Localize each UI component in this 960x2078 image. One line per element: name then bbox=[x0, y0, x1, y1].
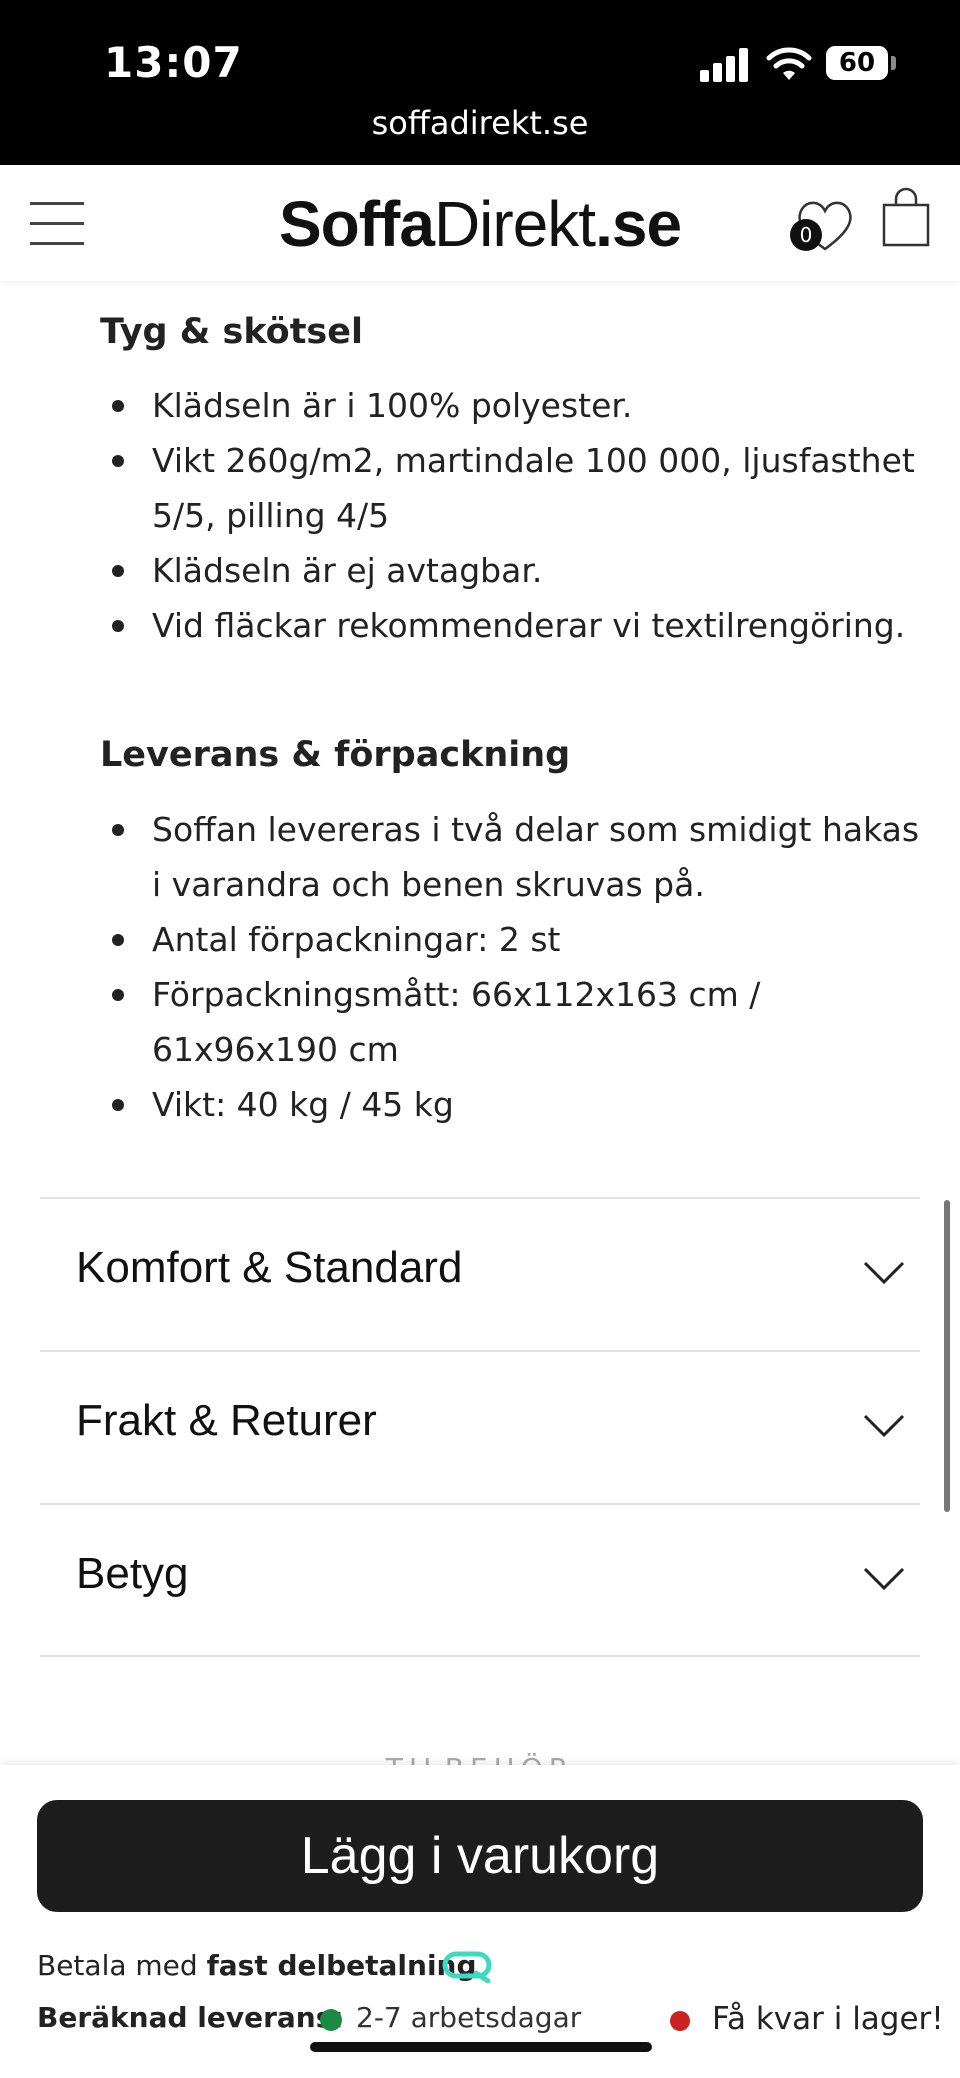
accordion-label: Komfort & Standard bbox=[76, 1243, 463, 1292]
accordion-comfort[interactable]: Komfort & Standard bbox=[40, 1197, 920, 1351]
in-stock-status-icon bbox=[320, 2009, 342, 2031]
delivery-days: 2-7 arbetsdagar bbox=[356, 2001, 582, 2034]
logo-thin-text: Direkt bbox=[433, 188, 596, 260]
logo-suffix-text: .se bbox=[595, 188, 682, 260]
shopping-bag-icon[interactable] bbox=[880, 187, 932, 249]
scrollbar[interactable] bbox=[944, 1200, 950, 1512]
address-url[interactable]: soffadirekt.se bbox=[0, 104, 960, 142]
battery-icon: 60 bbox=[826, 46, 888, 80]
accordion-ratings[interactable]: Betyg bbox=[40, 1503, 920, 1657]
delivery-item: Soffan levereras i två delar som smidigt… bbox=[100, 802, 920, 912]
chevron-down-icon bbox=[863, 1567, 905, 1591]
signal-icon bbox=[700, 48, 752, 82]
low-stock-status-icon bbox=[670, 2011, 690, 2031]
care-list: Klädseln är i 100% polyester. Vikt 260g/… bbox=[100, 378, 920, 653]
battery-tip bbox=[891, 56, 896, 70]
status-time: 13:07 bbox=[104, 38, 243, 87]
care-item: Vikt 260g/m2, martindale 100 000, ljusfa… bbox=[100, 433, 920, 543]
home-indicator[interactable] bbox=[310, 2042, 652, 2052]
accordion-label: Betyg bbox=[76, 1549, 189, 1598]
site-header: SoffaDirekt.se 0 bbox=[0, 165, 960, 281]
delivery-section-title: Leverans & förpackning bbox=[100, 735, 571, 775]
delivery-item: Förpackningsmått: 66x112x163 cm / 61x96x… bbox=[100, 967, 920, 1077]
logo-bold-text: Soffa bbox=[278, 188, 435, 260]
estimated-delivery-label: Beräknad leverans: bbox=[37, 2001, 344, 2034]
stock-status-text: Få kvar i lager! bbox=[712, 2001, 944, 2037]
care-item: Klädseln är i 100% polyester. bbox=[100, 378, 920, 433]
chevron-down-icon bbox=[863, 1414, 905, 1438]
delivery-list: Soffan levereras i två delar som smidigt… bbox=[100, 802, 920, 1132]
care-item: Vid fläckar rekommenderar vi textilrengö… bbox=[100, 598, 920, 653]
status-bar: 13:07 60 soffadirekt.se bbox=[0, 0, 960, 165]
delivery-item: Antal förpackningar: 2 st bbox=[100, 912, 920, 967]
wifi-icon bbox=[766, 47, 812, 80]
accordion-label: Frakt & Returer bbox=[76, 1396, 377, 1445]
accordion-shipping-returns[interactable]: Frakt & Returer bbox=[40, 1350, 920, 1504]
care-section-title: Tyg & skötsel bbox=[100, 312, 363, 352]
sticky-purchase-bar: Lägg i varukorg Betala med fast delbetal… bbox=[0, 1765, 960, 2078]
payment-provider-logo-icon bbox=[442, 1951, 492, 1983]
accessories-heading-peek: TILBEHÖR bbox=[0, 1752, 960, 1766]
pay-prefix: Betala med bbox=[37, 1949, 207, 1982]
delivery-item: Vikt: 40 kg / 45 kg bbox=[100, 1077, 920, 1132]
care-item: Klädseln är ej avtagbar. bbox=[100, 543, 920, 598]
payment-info: Betala med fast delbetalning bbox=[37, 1949, 477, 1982]
pay-method: fast delbetalning bbox=[206, 1949, 477, 1982]
wishlist-count-badge: 0 bbox=[790, 219, 822, 251]
add-to-cart-button[interactable]: Lägg i varukorg bbox=[37, 1800, 923, 1912]
accordion-divider bbox=[40, 1655, 920, 1657]
chevron-down-icon bbox=[863, 1261, 905, 1285]
